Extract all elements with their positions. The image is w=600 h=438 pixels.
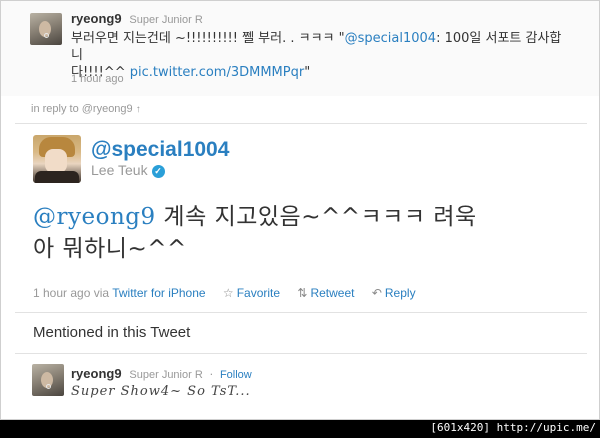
tweet-text-part: " [304,65,311,80]
avatar-face-shape [45,149,67,173]
retweet-button[interactable]: ⇅ Retweet [297,286,354,300]
divider [15,123,587,124]
avatar-body-shape [35,171,79,183]
reply-button[interactable]: ↶ Reply [372,286,416,300]
timestamp-link[interactable]: 1 hour ago [71,73,124,85]
source-app-link[interactable]: Twitter for iPhone [112,286,205,300]
verified-badge-icon: ✓ [151,165,165,178]
mentioned-user-header: ryeong9 Super Junior R · Follow [71,366,252,381]
timestamp-link[interactable]: 1 hour ago [33,286,90,300]
tweet-header: ryeong9 Super Junior R [71,11,203,26]
avatar[interactable] [30,13,62,45]
tweet-text-part: 계속 지고있음~^^ㅋㅋㅋ 려욱 [155,204,477,230]
parent-tweet: ryeong9 Super Junior R 부러우면 지는건데 ~!!!!!!… [1,1,599,96]
tweet-page: ryeong9 Super Junior R 부러우면 지는건데 ~!!!!!!… [0,0,600,420]
username-link[interactable]: ryeong9 [71,11,122,26]
follow-button[interactable]: Follow [220,369,252,381]
separator: · [209,368,214,381]
reply-label: Reply [384,286,416,300]
tweet-meta-actions: 1 hour ago via Twitter for iPhone ☆ Favor… [33,286,416,300]
reply-icon: ↶ [371,286,382,300]
tweet-text: 부러우면 지는건데 ~!!!!!!!!!! 쩰 부러. . ㅋㅋㅋ "@spec… [71,30,571,81]
mention-link[interactable]: @ryeong9 [33,204,156,230]
in-reply-to[interactable]: in reply to @ryeong9 ↑ [31,103,141,115]
favorite-label: Favorite [236,286,281,300]
favorite-button[interactable]: ☆ Favorite [223,286,280,300]
avatar-earring-shape [44,33,49,38]
arrow-up-icon: ↑ [135,104,141,115]
avatar[interactable] [32,364,64,396]
via-label: via [93,286,110,300]
profile-handle-link[interactable]: @special1004 [91,138,229,162]
divider [15,312,587,313]
user-bio: Super Show4~ So TsT... [71,384,251,399]
star-icon: ☆ [222,286,234,300]
retweet-label: Retweet [310,286,355,300]
tweet-text-part: 아 뭐하니~^^ [33,236,187,262]
photo-link[interactable]: pic.twitter.com/3DMMMPqr [130,65,304,80]
profile-avatar[interactable] [33,135,81,183]
in-reply-to-label: in reply to @ryeong9 [31,103,133,115]
username-link[interactable]: ryeong9 [71,366,122,381]
retweet-icon: ⇅ [297,286,308,300]
mentioned-section-title: Mentioned in this Tweet [33,324,191,341]
profile-name: Lee Teuk ✓ [91,162,165,178]
divider [15,353,587,354]
full-name: Super Junior R [129,369,203,381]
profile-name-text: Lee Teuk [91,162,148,178]
mention-link[interactable]: @special1004 [345,31,436,46]
watermark-text: [601x420] http://upic.me/ [430,421,596,434]
main-tweet-text: @ryeong9 계속 지고있음~^^ㅋㅋㅋ 려욱아 뭐하니~^^ [33,201,573,265]
watermark-bar: [601x420] http://upic.me/ [0,420,600,438]
full-name: Super Junior R [129,14,203,26]
avatar-earring-shape [46,384,51,389]
tweet-text-part: 부러우면 지는건데 ~!!!!!!!!!! 쩰 부러. . ㅋㅋㅋ " [71,31,345,46]
